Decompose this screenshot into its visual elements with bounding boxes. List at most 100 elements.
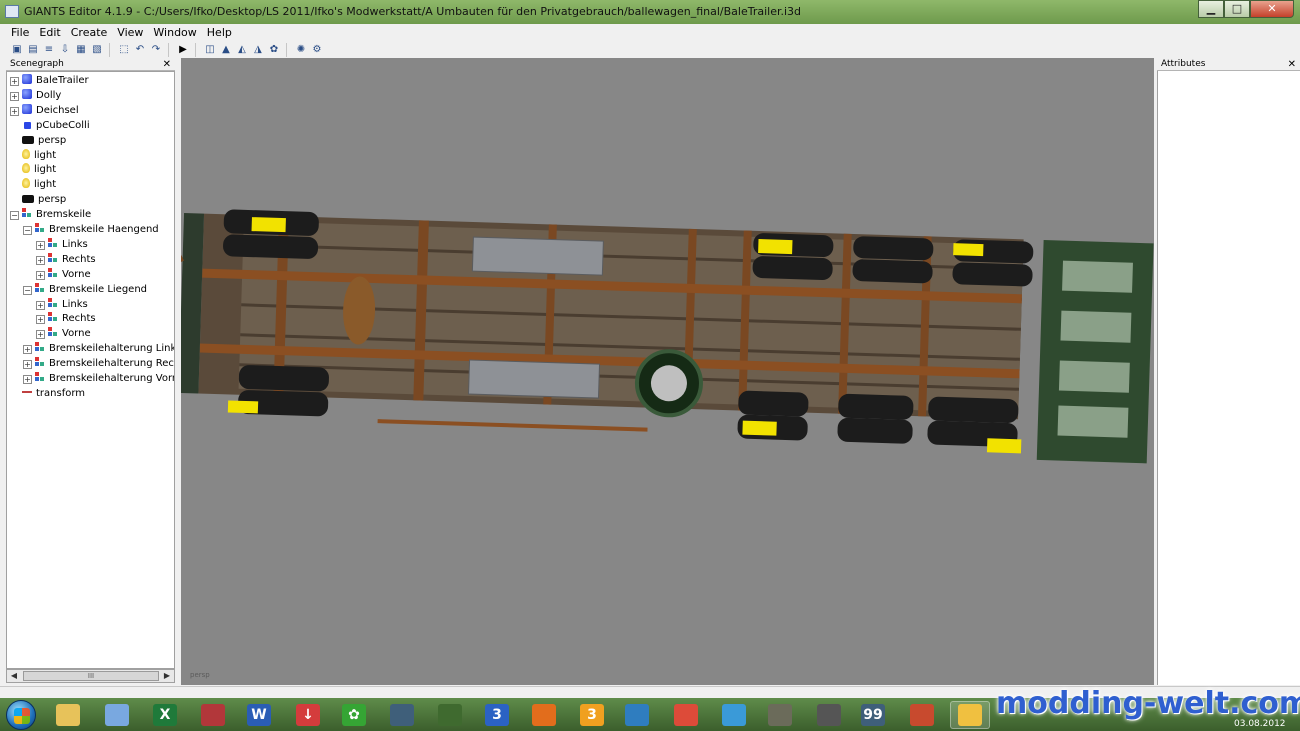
clock-date[interactable]: 03.08.2012 — [1234, 719, 1286, 729]
expand-icon[interactable]: + — [23, 360, 32, 370]
maximize-button[interactable]: □ — [1224, 0, 1250, 18]
expand-icon[interactable]: + — [10, 106, 19, 116]
scenegraph-node[interactable]: − Bremskeile Haengend — [23, 222, 159, 237]
scenegraph-node[interactable]: + Bremskeilehalterung Rechts — [23, 356, 174, 371]
list-icon[interactable]: ≡ — [42, 43, 56, 56]
close-button[interactable]: ✕ — [1250, 0, 1294, 18]
taskbar-excel-button[interactable]: X — [145, 701, 185, 729]
play-icon[interactable]: ▶ — [176, 43, 190, 56]
taskbar-image-viewer-button[interactable] — [617, 701, 657, 729]
taskbar-app-99-button[interactable]: 99 — [853, 701, 893, 729]
taskbar-paint-button[interactable] — [97, 701, 137, 729]
taskbar-access-button[interactable] — [193, 701, 233, 729]
new-icon[interactable]: ▣ — [10, 43, 24, 56]
minimize-button[interactable]: ▁ — [1198, 0, 1224, 18]
taskbar-app-orange-3-button[interactable]: 3 — [572, 701, 612, 729]
menu-create[interactable]: Create — [66, 25, 113, 41]
menu-window[interactable]: Window — [148, 25, 201, 41]
terrain-sculpt-icon[interactable]: ◮ — [251, 43, 265, 56]
taskbar-explorer-button[interactable] — [48, 701, 88, 729]
scenegraph-node[interactable]: − Bremskeile — [10, 207, 91, 222]
attributes-panel[interactable] — [1157, 71, 1300, 685]
taskbar-winrar-button[interactable] — [902, 701, 942, 729]
import-icon[interactable]: ⇩ — [58, 43, 72, 56]
menu-file[interactable]: File — [6, 25, 34, 41]
expand-icon[interactable]: + — [10, 77, 19, 86]
save-icon[interactable]: ▦ — [74, 43, 88, 56]
expand-icon[interactable]: + — [23, 375, 32, 384]
scenegraph-node[interactable]: light — [10, 162, 56, 177]
taskbar-teamspeak-button[interactable] — [382, 701, 422, 729]
taskbar-tractor-button[interactable] — [430, 701, 470, 729]
scenegraph-node[interactable]: pCubeColli — [10, 118, 90, 133]
scroll-thumb[interactable]: III — [23, 671, 159, 681]
3d-viewport[interactable]: persp — [181, 58, 1154, 685]
title-bar[interactable]: GIANTS Editor 4.1.9 - C:/Users/Ifko/Desk… — [0, 0, 1300, 24]
expand-icon[interactable]: + — [10, 91, 19, 101]
settings-icon[interactable]: ⚙ — [310, 43, 324, 56]
menu-help[interactable]: Help — [202, 25, 237, 41]
redo-icon[interactable]: ↷ — [149, 43, 163, 56]
expand-icon[interactable]: + — [36, 255, 45, 265]
scenegraph-node[interactable]: + Rechts — [36, 311, 96, 326]
expand-icon[interactable]: + — [36, 240, 45, 250]
scenegraph-node[interactable]: + BaleTrailer — [10, 73, 89, 88]
scenegraph-node[interactable]: persp — [10, 192, 66, 207]
scenegraph-node[interactable]: + Dolly — [10, 88, 61, 103]
menu-edit[interactable]: Edit — [34, 25, 65, 41]
taskbar-downloader-button[interactable]: ↓ — [288, 701, 328, 729]
viewport-icon[interactable]: ◫ — [203, 43, 217, 56]
collapse-icon[interactable]: − — [10, 211, 19, 221]
expand-icon[interactable]: + — [36, 300, 45, 310]
terrain-paint-icon[interactable]: ◭ — [235, 43, 249, 56]
expand-icon[interactable]: + — [36, 315, 45, 325]
attributes-close-icon[interactable]: ✕ — [1288, 58, 1296, 71]
scroll-left-icon[interactable]: ◀ — [7, 670, 21, 682]
access-icon — [201, 704, 225, 726]
scenegraph-node[interactable]: persp — [10, 133, 66, 148]
taskbar-chrome-button[interactable] — [666, 701, 706, 729]
scenegraph-node[interactable]: light — [10, 148, 56, 163]
scenegraph-node[interactable]: + Vorne — [36, 267, 91, 282]
taskbar-giants-editor-button[interactable] — [950, 701, 990, 729]
expand-icon[interactable]: + — [36, 270, 45, 280]
scene-icon[interactable]: ✺ — [294, 43, 308, 56]
select-icon[interactable]: ⬚ — [117, 43, 131, 56]
scenegraph-node[interactable]: transform — [10, 386, 85, 401]
scenegraph-node[interactable]: light — [10, 177, 56, 192]
save-as-icon[interactable]: ▧ — [90, 43, 104, 56]
scenegraph-tree[interactable]: + BaleTrailer + Dolly + Deichsel pCubeColli per… — [6, 71, 175, 669]
taskbar-word-button[interactable]: W — [239, 701, 279, 729]
taskbar-gimp-button[interactable] — [760, 701, 800, 729]
scroll-right-icon[interactable]: ▶ — [160, 670, 174, 682]
foliage-icon[interactable]: ✿ — [267, 43, 281, 56]
scenegraph-close-icon[interactable]: ✕ — [163, 58, 171, 71]
scenegraph-node[interactable]: + Bremskeilehalterung Vorne — [23, 371, 174, 386]
collapse-icon[interactable]: − — [23, 285, 32, 295]
expand-icon[interactable]: + — [23, 345, 32, 355]
scenegraph-node[interactable]: + Rechts — [36, 252, 96, 267]
scenegraph-node[interactable]: + Deichsel — [10, 103, 79, 118]
start-button[interactable] — [6, 700, 36, 730]
scenegraph-node-label: BaleTrailer — [36, 75, 89, 86]
expand-icon[interactable]: + — [36, 330, 45, 340]
scenegraph-scrollbar[interactable]: ◀ III ▶ — [6, 669, 175, 683]
scenegraph-node[interactable]: − Bremskeile Liegend — [23, 282, 147, 297]
open-icon[interactable]: ▤ — [26, 43, 40, 56]
scenegraph-node[interactable]: + Links — [36, 297, 88, 312]
collapse-icon[interactable]: − — [23, 226, 32, 235]
undo-icon[interactable]: ↶ — [133, 43, 147, 56]
taskbar-inkscape-button[interactable] — [809, 701, 849, 729]
scenegraph-node[interactable]: + Vorne — [36, 326, 91, 341]
taskbar-app-3-button[interactable]: 3 — [477, 701, 517, 729]
scenegraph-node[interactable]: + Bremskeilehalterung Links — [23, 341, 174, 356]
taskbar-firefox-button[interactable] — [524, 701, 564, 729]
terrain-icon[interactable]: ▲ — [219, 43, 233, 56]
bale-trailer-model — [181, 209, 1154, 464]
scenegraph-node[interactable]: + Links — [36, 237, 88, 252]
scenegraph-node-label: persp — [38, 134, 67, 146]
taskbar-icq-button[interactable]: ✿ — [334, 701, 374, 729]
menu-view[interactable]: View — [112, 25, 148, 41]
scenegraph-node-label: Vorne — [62, 268, 91, 280]
taskbar-network-button[interactable] — [714, 701, 754, 729]
